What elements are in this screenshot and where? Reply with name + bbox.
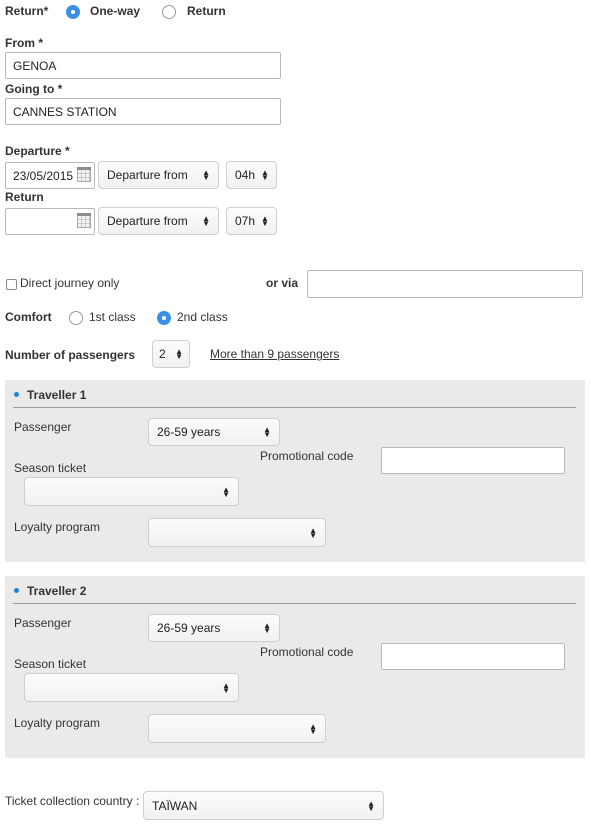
up-down-caret-icon: ▲ ▼: [263, 621, 271, 635]
one-way-radio[interactable]: [66, 5, 80, 22]
up-down-caret-icon: ▲ ▼: [309, 721, 317, 736]
return-hour-value: 07h: [235, 214, 256, 228]
passenger-label: Passenger: [14, 420, 72, 434]
passengers-label: Number of passengers: [5, 348, 136, 362]
first-class-label[interactable]: 1st class: [89, 310, 136, 324]
traveller-2-title: Traveller 2: [27, 584, 87, 598]
up-down-caret-icon: ▲ ▼: [261, 168, 269, 182]
loyalty-label: Loyalty program: [14, 520, 101, 534]
up-down-caret-icon: ▲ ▼: [175, 347, 183, 361]
going-to-value: CANNES STATION: [13, 104, 117, 119]
going-to-label: Going to *: [5, 82, 63, 96]
up-down-caret-icon: ▲ ▼: [222, 484, 230, 499]
via-input[interactable]: [307, 270, 583, 298]
loyalty-label: Loyalty program: [14, 716, 101, 730]
up-down-caret-icon: ▲ ▼: [202, 214, 210, 228]
up-down-caret-icon: ▲ ▼: [222, 680, 230, 695]
passenger-age-select[interactable]: 26-59 years ▲ ▼: [148, 614, 280, 642]
departure-time-mode-select[interactable]: Departure from ▲ ▼: [98, 161, 219, 189]
trip-type-label: Return*: [5, 4, 49, 18]
passenger-count-value: 2: [159, 347, 166, 361]
going-to-input[interactable]: CANNES STATION: [5, 98, 281, 125]
direct-journey-checkbox[interactable]: [6, 279, 17, 290]
return-time-mode-value: Departure from: [107, 214, 188, 228]
traveller-1-panel: Traveller 1 Passenger 26-59 years ▲ ▼ Pro…: [5, 380, 585, 562]
up-down-caret-icon: ▲ ▼: [367, 798, 375, 813]
from-value: GENOA: [13, 58, 57, 73]
radio-unselected-icon: [69, 311, 83, 325]
promo-code-input[interactable]: [381, 643, 565, 670]
calendar-icon[interactable]: [77, 167, 91, 182]
calendar-icon[interactable]: [77, 213, 91, 228]
departure-hour-value: 04h: [235, 168, 256, 182]
divider: [13, 407, 576, 408]
up-down-caret-icon: ▲ ▼: [309, 525, 317, 540]
season-ticket-select[interactable]: ▲ ▼: [24, 477, 239, 506]
traveller-1-title: Traveller 1: [27, 388, 87, 402]
loyalty-select[interactable]: ▲ ▼: [148, 518, 326, 547]
from-input[interactable]: GENOA: [5, 52, 281, 79]
return-hour-select[interactable]: 07h ▲ ▼: [226, 207, 277, 235]
second-class-label[interactable]: 2nd class: [177, 310, 228, 324]
return-date-input[interactable]: [5, 208, 95, 235]
collection-country-label: Ticket collection country :: [5, 794, 140, 808]
one-way-label[interactable]: One-way: [90, 4, 140, 18]
promo-code-input[interactable]: [381, 447, 565, 474]
direct-journey-label[interactable]: Direct journey only: [20, 276, 119, 290]
up-down-caret-icon: ▲ ▼: [202, 168, 210, 182]
season-ticket-label: Season ticket: [14, 461, 87, 475]
departure-label: Departure *: [5, 144, 70, 158]
divider: [13, 603, 576, 604]
promo-code-label: Promotional code: [260, 645, 354, 659]
radio-selected-icon: [157, 311, 171, 325]
season-ticket-label: Season ticket: [14, 657, 87, 671]
more-passengers-link[interactable]: More than 9 passengers: [210, 347, 339, 361]
passenger-label: Passenger: [14, 616, 72, 630]
via-label: or via: [266, 276, 299, 290]
comfort-label: Comfort: [5, 310, 52, 324]
traveller-2-panel: Traveller 2 Passenger 26-59 years ▲ ▼ Pro…: [5, 576, 585, 758]
bullet-icon: [14, 392, 19, 397]
passenger-age-value: 26-59 years: [157, 621, 221, 635]
season-ticket-select[interactable]: ▲ ▼: [24, 673, 239, 702]
from-label: From *: [5, 36, 44, 50]
collection-country-select[interactable]: TAÏWAN ▲ ▼: [143, 791, 384, 820]
radio-unselected-icon: [162, 5, 176, 19]
departure-date-input[interactable]: 23/05/2015: [5, 162, 95, 189]
return-label: Return: [5, 190, 44, 204]
promo-code-label: Promotional code: [260, 449, 354, 463]
bullet-icon: [14, 588, 19, 593]
return-radio[interactable]: [162, 5, 176, 22]
passenger-age-value: 26-59 years: [157, 425, 221, 439]
departure-time-mode-value: Departure from: [107, 168, 188, 182]
departure-hour-select[interactable]: 04h ▲ ▼: [226, 161, 277, 189]
passenger-count-select[interactable]: 2 ▲ ▼: [152, 340, 190, 368]
up-down-caret-icon: ▲ ▼: [263, 425, 271, 439]
collection-country-value: TAÏWAN: [152, 798, 198, 813]
departure-date-value: 23/05/2015: [13, 168, 74, 183]
up-down-caret-icon: ▲ ▼: [261, 214, 269, 228]
radio-selected-icon: [66, 5, 80, 19]
second-class-radio[interactable]: [157, 311, 171, 328]
return-option-label[interactable]: Return: [187, 4, 226, 18]
passenger-age-select[interactable]: 26-59 years ▲ ▼: [148, 418, 280, 446]
first-class-radio[interactable]: [69, 311, 83, 328]
return-time-mode-select[interactable]: Departure from ▲ ▼: [98, 207, 219, 235]
loyalty-select[interactable]: ▲ ▼: [148, 714, 326, 743]
